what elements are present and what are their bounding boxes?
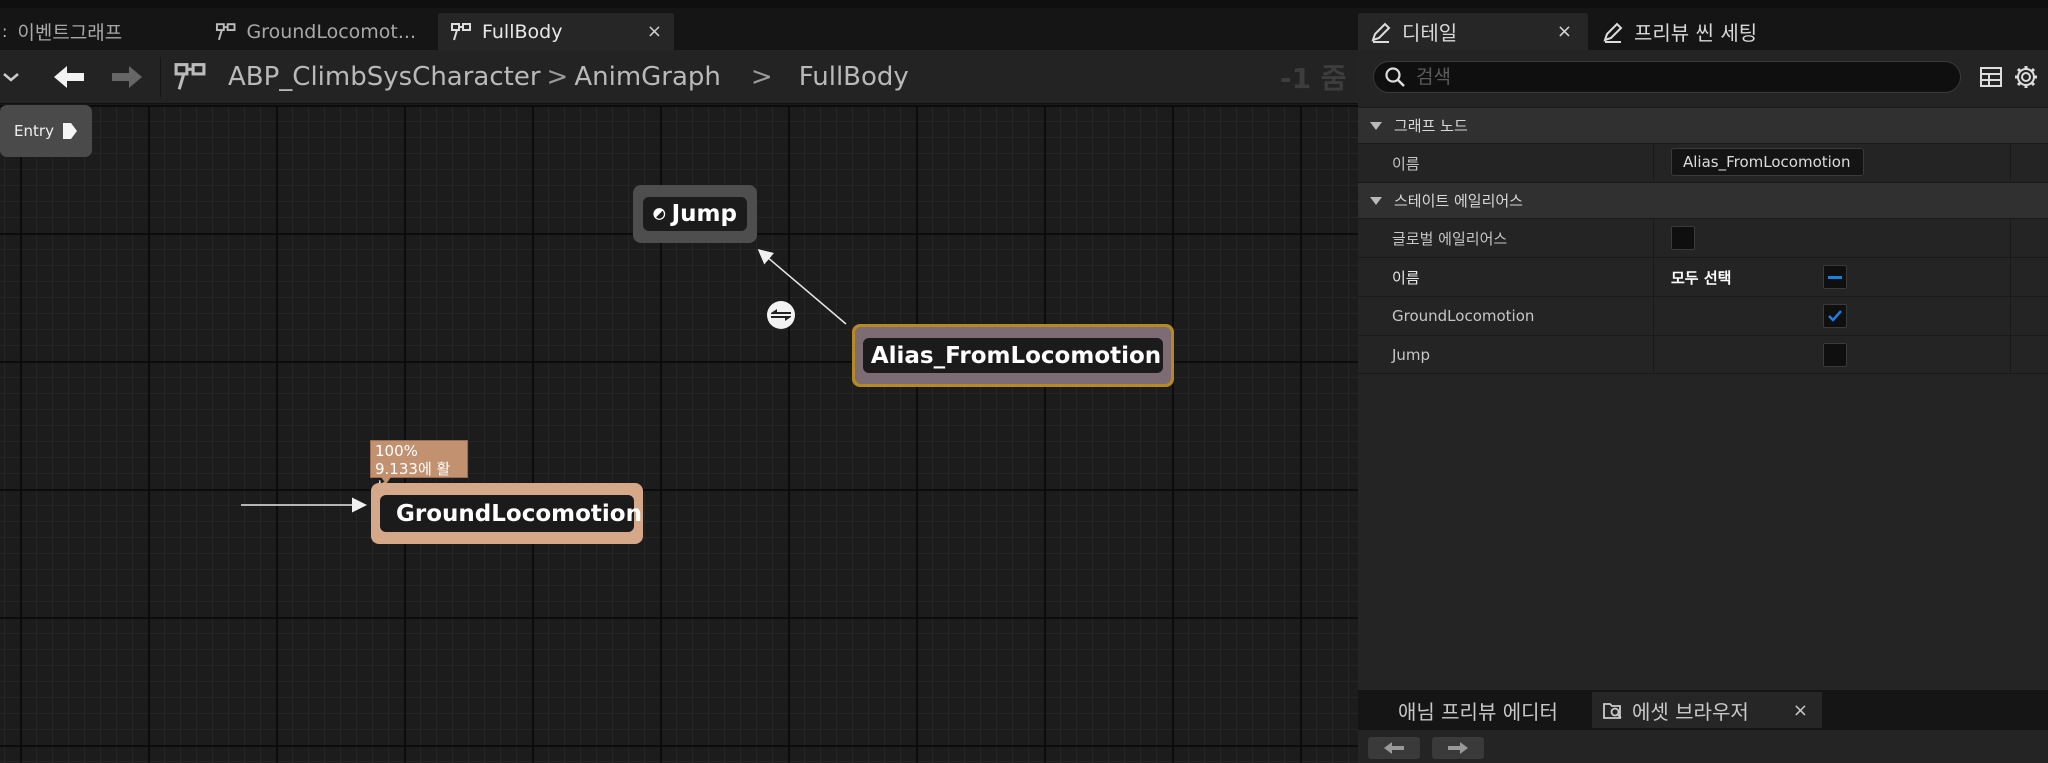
tab-anim-preview-editor[interactable]: 애님 프리뷰 에디터 bbox=[1388, 692, 1568, 728]
details-panel: 디테일 × 프리뷰 씬 세팅 검색 그래프 노드 이름 Alias_FromLo… bbox=[1358, 0, 2048, 763]
gear-icon[interactable] bbox=[2013, 64, 2039, 90]
forward-arrow-icon[interactable] bbox=[1432, 737, 1484, 759]
search-input[interactable] bbox=[1416, 66, 1936, 88]
global-alias-checkbox[interactable] bbox=[1671, 226, 1695, 250]
bottom-tab-bar: 애님 프리뷰 에디터 에셋 브라우저 × bbox=[1358, 690, 2048, 730]
tab-event-graph[interactable]: : 이벤트그래프 bbox=[0, 13, 180, 50]
checkmark-icon bbox=[1828, 310, 1842, 322]
tab-full-body[interactable]: FullBody × bbox=[438, 13, 674, 50]
ground-locomotion-checkbox[interactable] bbox=[1823, 304, 1847, 328]
details-tab-bar: 디테일 × 프리뷰 씬 세팅 bbox=[1358, 0, 2048, 50]
tab-details[interactable]: 디테일 × bbox=[1358, 13, 1588, 50]
toolbar-divider bbox=[160, 50, 161, 104]
pencil-icon bbox=[1371, 22, 1391, 43]
graph-canvas[interactable]: Jump Alias_FromLocomotion 100% 9.133에 활성… bbox=[0, 105, 1358, 763]
state-node-label: GroundLocomotion bbox=[396, 500, 642, 527]
property-label: 이름 bbox=[1392, 268, 1420, 287]
pencil-icon bbox=[1603, 22, 1623, 43]
indeterminate-dash-icon bbox=[1828, 275, 1842, 279]
close-icon[interactable]: × bbox=[1557, 21, 1572, 42]
back-arrow-icon[interactable] bbox=[52, 50, 88, 104]
state-machine-icon bbox=[215, 22, 236, 40]
graph-tab-icon: : bbox=[2, 22, 8, 41]
dropdown-chevron-icon[interactable] bbox=[0, 50, 22, 104]
close-icon[interactable]: × bbox=[1793, 700, 1808, 721]
section-graph-node[interactable]: 그래프 노드 bbox=[1358, 107, 2048, 143]
forward-arrow-icon[interactable] bbox=[108, 50, 144, 104]
graph-toolbar: ABP_ClimbSysCharacter > AnimGraph > Full… bbox=[0, 50, 1358, 104]
property-label: Jump bbox=[1392, 345, 1431, 364]
state-node-jump[interactable]: Jump bbox=[633, 185, 757, 243]
breadcrumb-item-animgraph[interactable]: AnimGraph bbox=[574, 62, 721, 92]
details-body: 그래프 노드 이름 Alias_FromLocomotion 스테이트 에일리어… bbox=[1358, 50, 2048, 690]
property-label: 이름 bbox=[1392, 154, 1420, 173]
jump-checkbox[interactable] bbox=[1823, 342, 1847, 367]
state-icon bbox=[653, 208, 666, 220]
property-row-state-ground-locomotion: GroundLocomotion bbox=[1358, 296, 2048, 335]
breadcrumb-separator: > bbox=[546, 62, 569, 92]
property-row-global-alias: 글로벌 에일리어스 bbox=[1358, 218, 2048, 257]
graph-editor: : 이벤트그래프 GroundLocomot... FullBody × ABP… bbox=[0, 0, 1358, 763]
document-tab-bar: : 이벤트그래프 GroundLocomot... FullBody × bbox=[0, 0, 1358, 50]
asset-browser-nav bbox=[1358, 730, 2048, 763]
back-arrow-icon[interactable] bbox=[1368, 737, 1420, 759]
section-title: 그래프 노드 bbox=[1394, 117, 1468, 135]
asset-browser-icon bbox=[1603, 703, 1622, 719]
tab-label: 프리뷰 씬 세팅 bbox=[1634, 21, 1758, 45]
state-activity-tooltip: 100% 9.133에 활성 bbox=[370, 440, 468, 496]
property-label: 글로벌 에일리어스 bbox=[1392, 229, 1508, 248]
state-alias-node[interactable]: Alias_FromLocomotion bbox=[852, 324, 1174, 387]
section-state-alias[interactable]: 스테이트 에일리어스 bbox=[1358, 182, 2048, 218]
chevron-down-icon bbox=[1370, 121, 1382, 130]
tab-asset-browser[interactable]: 에셋 브라우저 × bbox=[1592, 692, 1822, 728]
section-title: 스테이트 에일리어스 bbox=[1394, 192, 1523, 210]
details-search bbox=[1373, 61, 1961, 93]
property-row-state-jump: Jump bbox=[1358, 335, 2048, 374]
breadcrumb-item-blueprint[interactable]: ABP_ClimbSysCharacter bbox=[228, 62, 541, 92]
state-node-label: Alias_FromLocomotion bbox=[870, 342, 1162, 369]
state-node-label: Jump bbox=[671, 201, 737, 227]
state-node-ground-locomotion[interactable]: GroundLocomotion bbox=[371, 483, 643, 544]
close-icon[interactable]: × bbox=[647, 21, 662, 42]
state-machine-icon bbox=[451, 22, 471, 40]
tab-label: 이벤트그래프 bbox=[17, 22, 123, 44]
transition-rule-icon[interactable] bbox=[766, 300, 796, 330]
tab-label: 디테일 bbox=[1402, 21, 1458, 45]
zoom-label: -1 줌 bbox=[1280, 62, 1347, 95]
property-row-state-names-header: 이름 모두 선택 bbox=[1358, 257, 2048, 296]
tab-label: 에셋 브라우저 bbox=[1632, 699, 1749, 724]
tab-ground-locomotion[interactable]: GroundLocomot... bbox=[203, 13, 428, 50]
state-machine-icon bbox=[172, 50, 208, 104]
breadcrumb: ABP_ClimbSysCharacter > AnimGraph > Full… bbox=[228, 50, 909, 104]
breadcrumb-separator: > bbox=[750, 62, 773, 92]
select-all-label: 모두 선택 bbox=[1671, 268, 1732, 287]
property-label: GroundLocomotion bbox=[1392, 307, 1535, 325]
property-row-name: 이름 Alias_FromLocomotion bbox=[1358, 143, 2048, 182]
tab-preview-scene-settings[interactable]: 프리뷰 씬 세팅 bbox=[1590, 13, 1800, 50]
tab-label: FullBody bbox=[482, 20, 563, 43]
breadcrumb-item-fullbody[interactable]: FullBody bbox=[799, 62, 909, 92]
search-icon bbox=[1385, 67, 1405, 87]
node-name-field[interactable]: Alias_FromLocomotion bbox=[1671, 148, 1864, 176]
tab-label: GroundLocomot... bbox=[246, 20, 416, 43]
table-view-icon[interactable] bbox=[1978, 64, 2004, 90]
chevron-down-icon bbox=[1370, 196, 1382, 205]
tab-label: 애님 프리뷰 에디터 bbox=[1398, 699, 1558, 724]
select-all-checkbox[interactable] bbox=[1823, 265, 1847, 289]
